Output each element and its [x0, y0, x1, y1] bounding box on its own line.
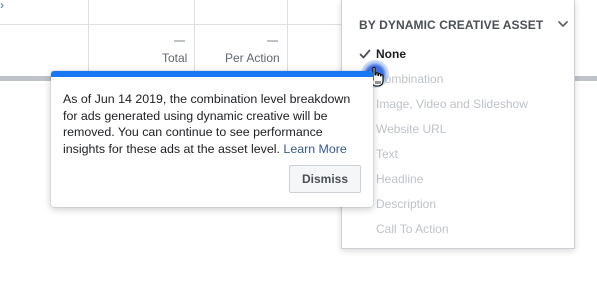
column-divider	[287, 0, 288, 77]
column-divider	[194, 0, 195, 77]
check-icon	[359, 49, 371, 59]
dropdown-item-description[interactable]: Description	[376, 197, 436, 211]
deprecation-notice-popup: As of Jun 14 2019, the combination level…	[51, 71, 373, 207]
dropdown-item-website-url[interactable]: Website URL	[376, 122, 446, 136]
dropdown-item-headline[interactable]: Headline	[376, 172, 423, 186]
table-link-chevron-icon[interactable]: ›	[0, 0, 4, 12]
dropdown-item-image-video-slideshow[interactable]: Image, Video and Slideshow	[376, 97, 528, 111]
column-header-per-action[interactable]: Per Action	[225, 51, 280, 65]
dropdown-item-call-to-action[interactable]: Call To Action	[376, 222, 449, 236]
notice-accent-bar	[51, 71, 373, 77]
total-dash	[174, 40, 185, 42]
dropdown-item-text[interactable]: Text	[376, 147, 398, 161]
notice-message: As of Jun 14 2019, the combination level…	[63, 91, 367, 157]
learn-more-link[interactable]: Learn More	[283, 142, 346, 156]
per-action-dash	[267, 40, 278, 42]
dropdown-section-header: BY DYNAMIC CREATIVE ASSET	[359, 18, 544, 32]
breakdown-dropdown[interactable]: BY DYNAMIC CREATIVE ASSET None Combinati…	[341, 0, 575, 249]
dismiss-button[interactable]: Dismiss	[289, 165, 361, 193]
dropdown-item-none[interactable]: None	[376, 47, 406, 61]
row-divider	[0, 24, 341, 25]
chevron-down-icon[interactable]	[557, 18, 569, 30]
column-divider	[88, 0, 89, 77]
column-header-total[interactable]: Total	[162, 51, 187, 65]
